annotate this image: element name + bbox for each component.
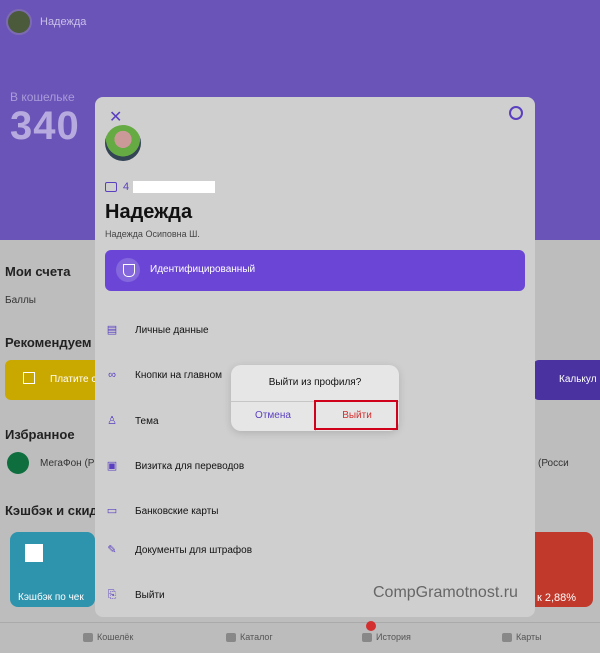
phone-number: 4 <box>123 181 130 193</box>
document-icon: ▤ <box>106 324 118 336</box>
dots-icon: ∞ <box>108 369 116 381</box>
highlight-frame <box>314 400 398 430</box>
promo-card-label: Калькул <box>559 374 597 385</box>
identified-status-button[interactable]: Идентифицированный <box>105 250 525 291</box>
wallet-label: В кошельке <box>10 90 75 104</box>
menu-logout[interactable]: ⎘ Выйти <box>105 589 165 601</box>
card-icon: ▭ <box>106 505 118 517</box>
avatar[interactable] <box>6 9 32 35</box>
pen-icon: ✎ <box>107 544 117 556</box>
cashback-card-label: Кэшбэк по чек <box>18 592 84 603</box>
menu-home-buttons[interactable]: ∞ Кнопки на главном <box>105 369 222 381</box>
phone-redaction <box>133 181 215 193</box>
shield-icon <box>116 258 140 282</box>
phone-icon <box>105 182 117 192</box>
catalog-icon <box>226 632 236 642</box>
section-cashback: Кэшбэк и скид <box>5 503 98 518</box>
exit-icon: ⎘ <box>107 589 117 601</box>
notification-badge <box>366 621 376 631</box>
section-recommend: Рекомендуем <box>5 335 92 350</box>
history-icon <box>362 632 372 642</box>
cashback-card-receipt[interactable]: Кэшбэк по чек <box>10 532 95 607</box>
avatar[interactable] <box>105 125 141 161</box>
tab-history[interactable]: История <box>362 632 411 642</box>
bottom-tab-bar: Кошелёк Каталог История Карты <box>0 621 600 653</box>
tab-wallet[interactable]: Кошелёк <box>83 632 133 642</box>
section-accounts: Мои счета <box>5 264 71 279</box>
tab-cards[interactable]: Карты <box>502 632 542 642</box>
menu-fine-documents[interactable]: ✎ Документы для штрафов <box>105 544 252 556</box>
profile-sheet: ✕ 4 Надежда Надежда Осиповна Ш. Идентифи… <box>95 97 535 617</box>
qr-icon <box>25 544 43 562</box>
status-label: Идентифицированный <box>150 264 256 275</box>
menu-personal-data[interactable]: ▤ Личные данные <box>105 324 209 336</box>
wallet-amount: 340 <box>10 104 80 148</box>
tab-catalog[interactable]: Каталог <box>226 632 273 642</box>
promo-card-label: Платите с <box>50 374 97 385</box>
header-user-name: Надежда <box>40 16 87 28</box>
cards-icon <box>502 632 512 642</box>
id-card-icon: ▣ <box>106 460 118 472</box>
profile-full-name: Надежда Осиповна Ш. <box>105 229 200 239</box>
section-favorites: Избранное <box>5 427 75 442</box>
favorite-right[interactable]: (Росси <box>538 458 569 469</box>
menu-transfer-card[interactable]: ▣ Визитка для переводов <box>105 460 244 472</box>
receipt-icon <box>23 372 35 384</box>
promo-card-pay[interactable]: Платите с <box>5 360 100 400</box>
cashback-card-label: к 2,88% <box>537 592 577 604</box>
menu-theme[interactable]: ♙ Тема <box>105 415 158 427</box>
menu-bank-cards[interactable]: ▭ Банковские карты <box>105 505 219 517</box>
cancel-button[interactable]: Отмена <box>231 401 315 431</box>
megafon-icon <box>7 452 29 474</box>
promo-card-calculator[interactable]: Калькул <box>533 360 600 400</box>
cashback-card-right[interactable]: к 2,88% <box>533 532 593 607</box>
points-label: Баллы <box>5 295 36 306</box>
wallet-icon <box>83 632 93 642</box>
shirt-icon: ♙ <box>107 415 117 427</box>
gear-icon[interactable] <box>509 106 523 120</box>
close-icon[interactable]: ✕ <box>109 107 122 127</box>
profile-name: Надежда <box>105 201 193 223</box>
watermark: CompGramotnost.ru <box>373 584 518 601</box>
favorite-megafon[interactable]: МегаФон (Р <box>40 458 94 469</box>
phone-row[interactable]: 4 <box>105 181 129 193</box>
dialog-title: Выйти из профиля? <box>268 377 362 388</box>
